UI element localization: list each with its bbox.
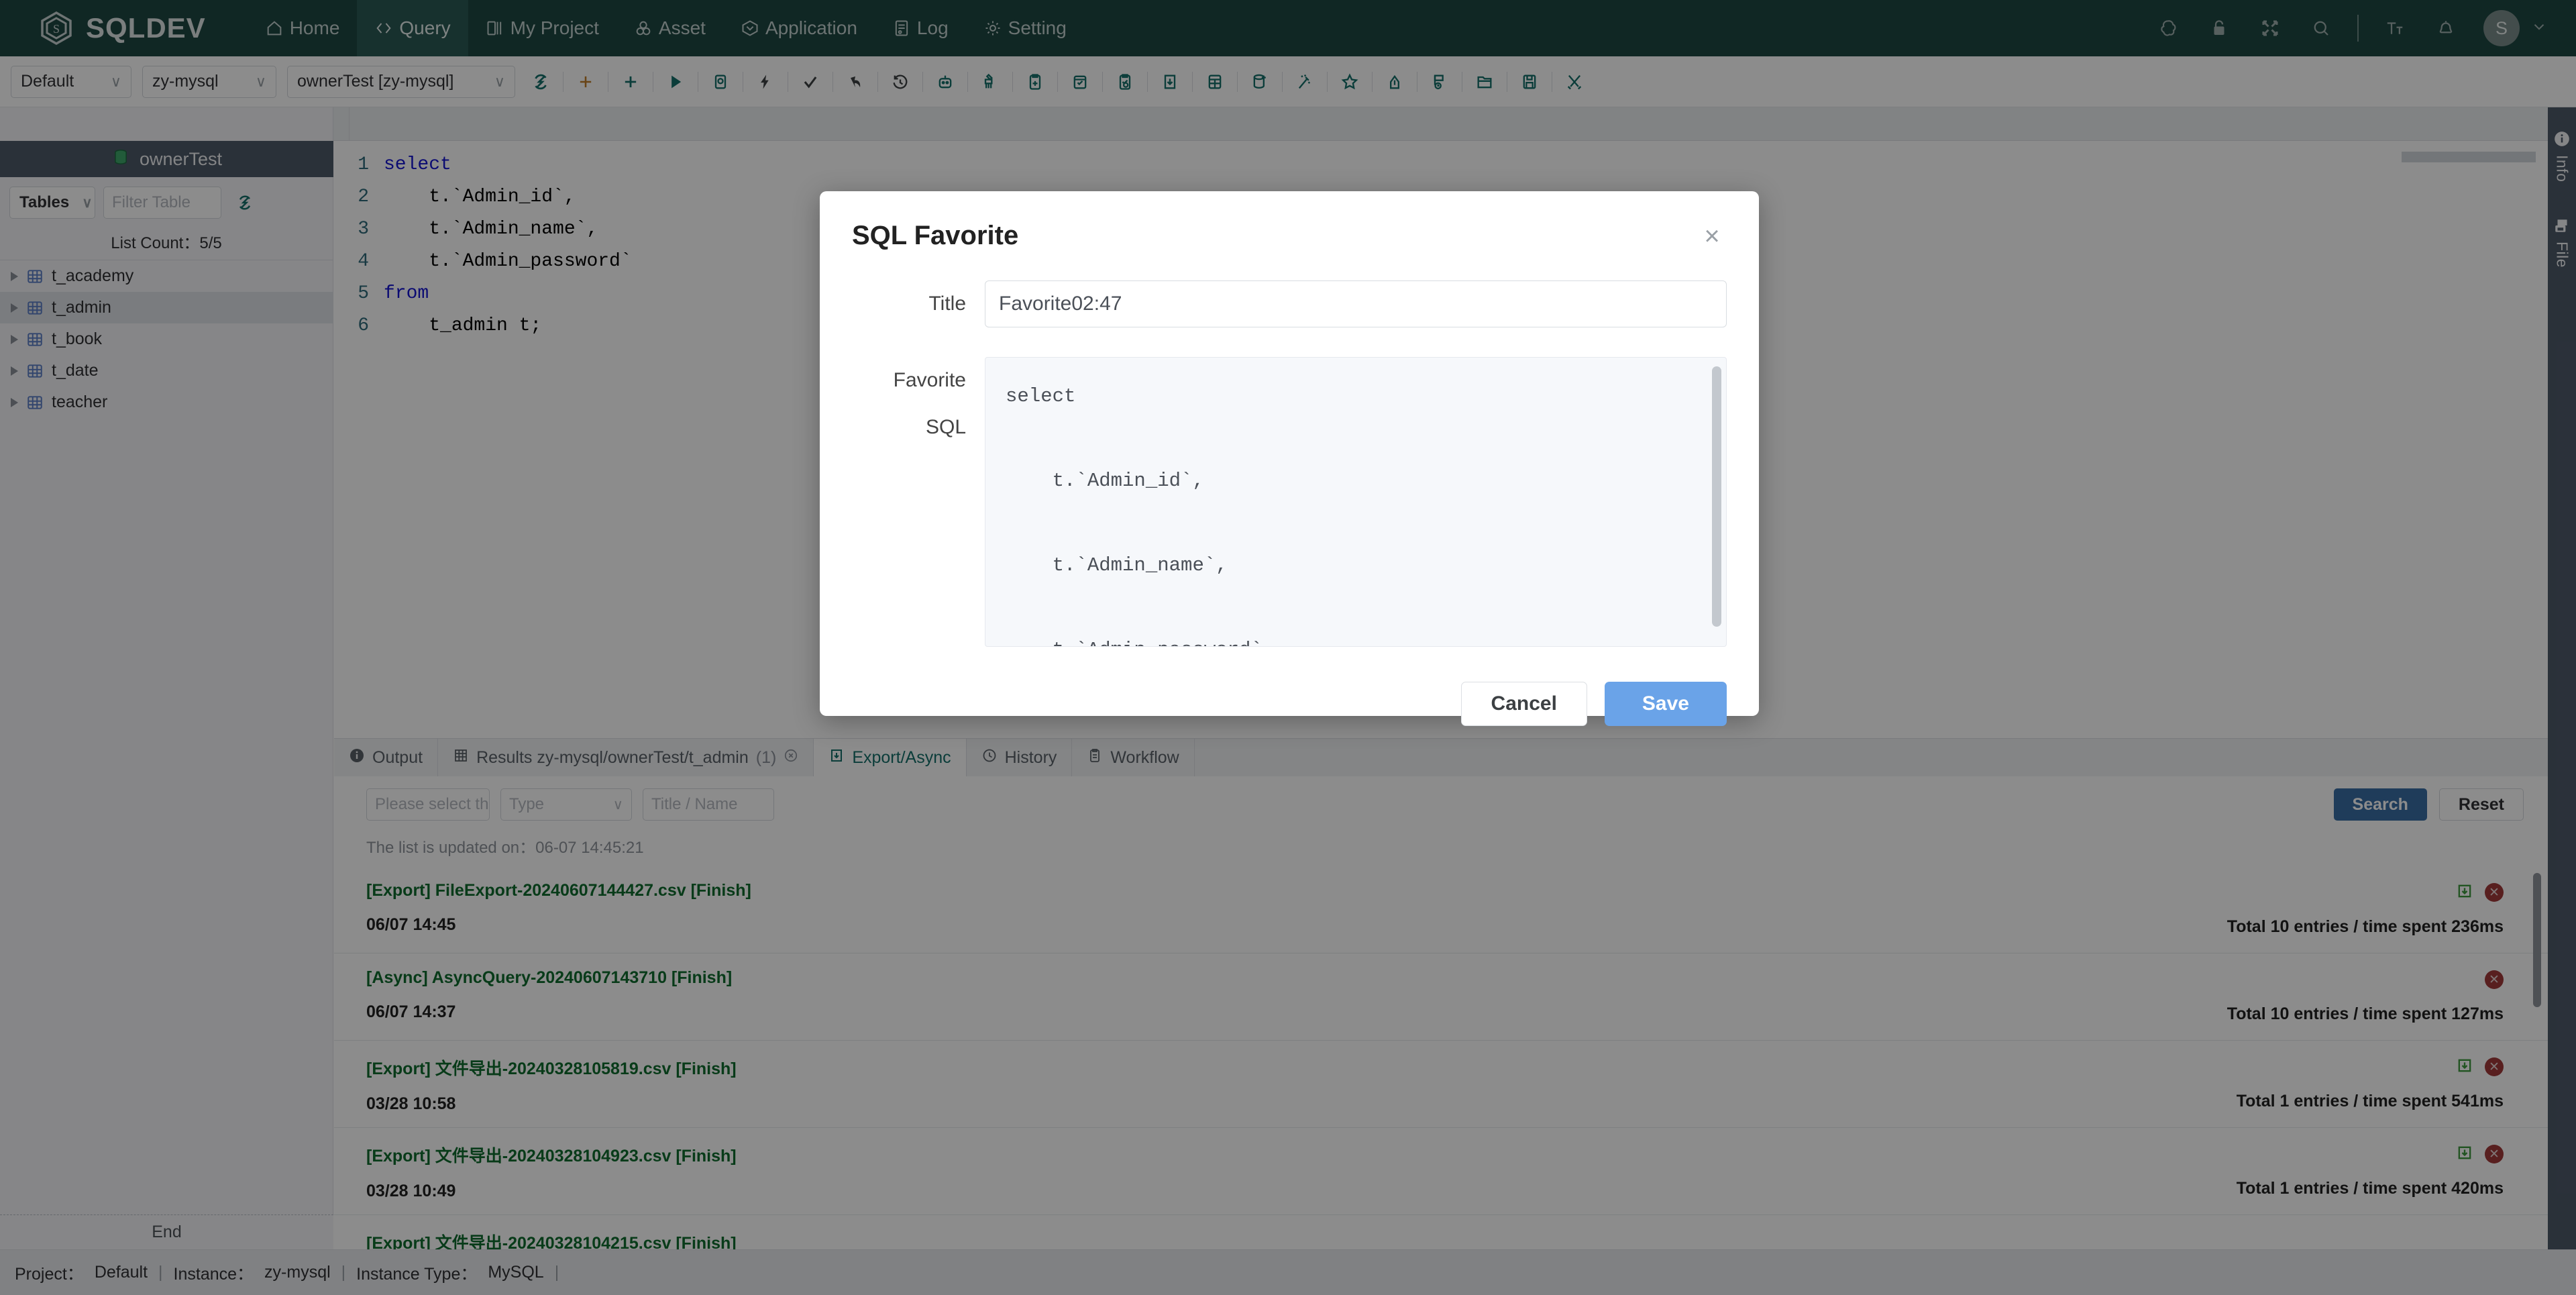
title-input[interactable]: Favorite02:47 — [985, 280, 1727, 327]
dialog-footer: Cancel Save — [820, 647, 1759, 726]
close-icon[interactable]: × — [1697, 223, 1727, 250]
title-field-row: Title Favorite02:47 — [820, 251, 1759, 327]
sql-field-label: Favorite SQL — [893, 369, 966, 438]
sql-textarea-wrap: select t.`Admin_id`, t.`Admin_name`, t.`… — [985, 357, 1727, 647]
dialog-header: SQL Favorite × — [820, 191, 1759, 251]
sql-textarea-scrollbar[interactable] — [1712, 366, 1721, 627]
title-field-label: Title — [928, 293, 966, 315]
cancel-button[interactable]: Cancel — [1460, 682, 1587, 726]
dialog-title: SQL Favorite — [852, 221, 1019, 250]
app-root: S SQLDEV Home Query My Project Asset App… — [0, 0, 2576, 1295]
save-button[interactable]: Save — [1604, 682, 1727, 726]
sql-field-row: Favorite SQL select t.`Admin_id`, t.`Adm… — [820, 327, 1759, 647]
favorite-sql-textarea[interactable]: select t.`Admin_id`, t.`Admin_name`, t.`… — [985, 357, 1727, 647]
sql-favorite-dialog: SQL Favorite × Title Favorite02:47 Favor… — [820, 191, 1759, 726]
